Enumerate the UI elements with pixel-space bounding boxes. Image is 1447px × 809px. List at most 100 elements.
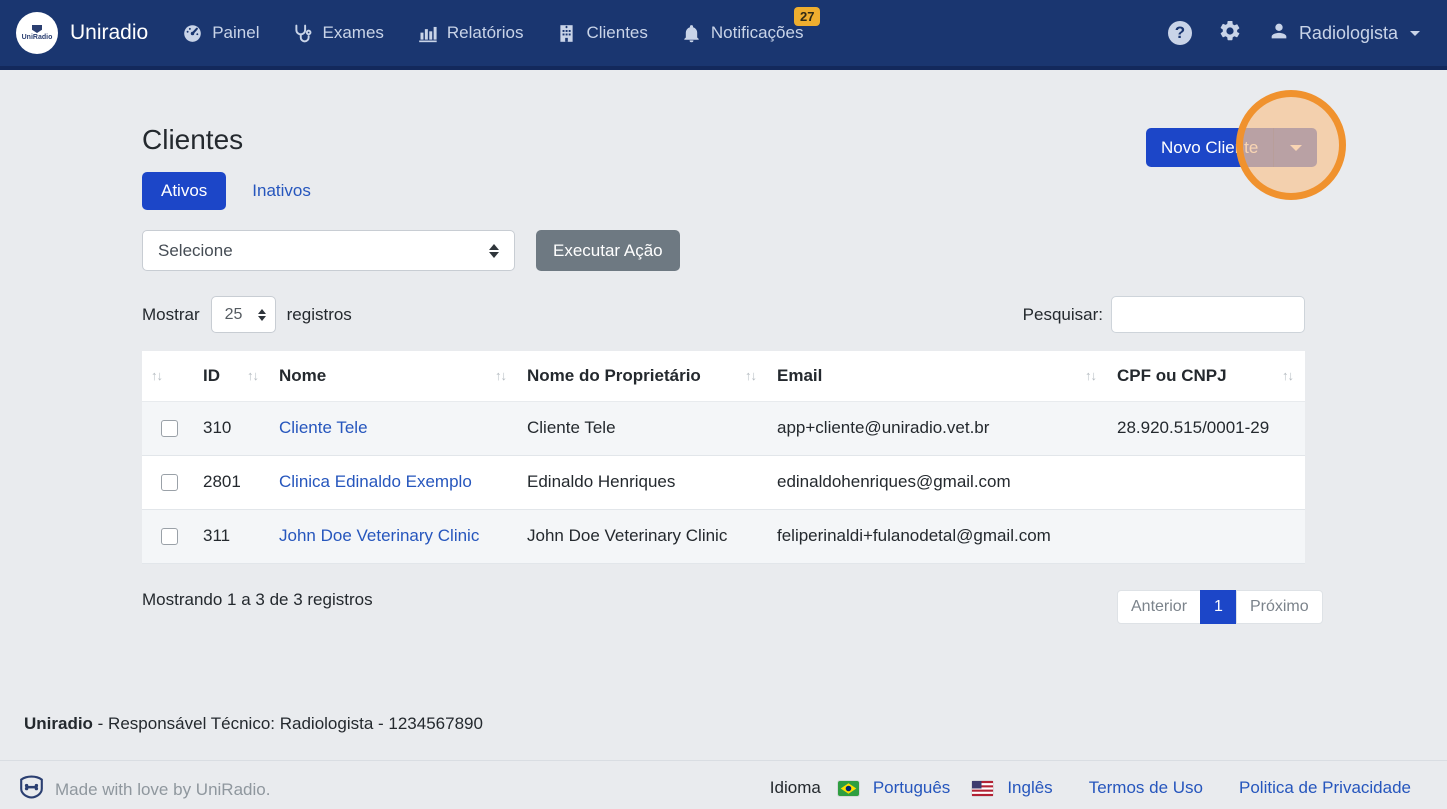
select-arrows-icon [489, 244, 499, 258]
tab-inativos[interactable]: Inativos [252, 181, 311, 201]
nav-item-relatorios[interactable]: Relatórios [417, 23, 524, 44]
link-privacidade[interactable]: Politica de Privacidade [1239, 778, 1411, 798]
cell-cpf [1108, 509, 1305, 563]
notifications-badge: 27 [794, 7, 820, 27]
page-length-select[interactable]: 25 [211, 296, 276, 333]
row-checkbox[interactable] [161, 528, 178, 545]
table-row: 2801 Clinica Edinaldo Exemplo Edinaldo H… [142, 455, 1305, 509]
tachometer-icon [182, 23, 203, 44]
cell-id: 2801 [194, 455, 270, 509]
gear-icon[interactable] [1218, 19, 1242, 48]
brazil-flag-icon[interactable] [838, 781, 859, 796]
search-label: Pesquisar: [1023, 305, 1103, 325]
chevron-down-icon [1410, 31, 1420, 36]
client-link[interactable]: Clinica Edinaldo Exemplo [279, 472, 472, 491]
bell-icon [681, 23, 702, 44]
link-portugues[interactable]: Português [873, 778, 951, 798]
table-controls: Mostrar 25 registros Pesquisar: [142, 296, 1305, 333]
execute-action-button[interactable]: Executar Ação [536, 230, 680, 271]
brand-name: Uniradio [70, 21, 148, 45]
user-menu[interactable]: Radiologista [1268, 20, 1420, 47]
nav-menu: Painel Exames Relatórios Clientes [182, 23, 803, 44]
cell-id: 311 [194, 509, 270, 563]
table-info: Mostrando 1 a 3 de 3 registros [142, 590, 373, 610]
client-link[interactable]: Cliente Tele [279, 418, 368, 437]
nav-item-label: Relatórios [447, 23, 524, 43]
nav-item-label: Clientes [586, 23, 647, 43]
action-select[interactable]: Selecione [142, 230, 515, 271]
page-length-value: 25 [225, 306, 243, 324]
search-input[interactable] [1111, 296, 1305, 333]
header-select-column[interactable] [142, 351, 194, 401]
cell-id: 310 [194, 401, 270, 455]
nav-item-exames[interactable]: Exames [292, 23, 383, 44]
nav-item-clientes[interactable]: Clientes [556, 23, 647, 44]
footer-links-bar: Idioma Português Inglês Termos de Uso Po… [770, 778, 1411, 798]
pagination-previous[interactable]: Anterior [1117, 590, 1201, 624]
hospital-icon [556, 23, 577, 44]
header-proprietario[interactable]: Nome do Proprietário [518, 351, 768, 401]
page-title: Clientes [142, 124, 243, 156]
length-label-before: Mostrar [142, 305, 200, 325]
brand[interactable]: UniRadio Uniradio [16, 12, 148, 54]
stethoscope-icon [292, 23, 313, 44]
uniradio-logo: UniRadio [16, 12, 58, 54]
select-arrows-icon [258, 309, 266, 321]
action-select-value: Selecione [158, 241, 233, 261]
nav-item-label: Notificações [711, 23, 804, 43]
sort-icon [745, 368, 756, 383]
footer-company: Uniradio [24, 714, 93, 733]
header-nome[interactable]: Nome [270, 351, 518, 401]
header-id[interactable]: ID [194, 351, 270, 401]
logo-shield-icon [32, 25, 42, 33]
help-icon[interactable]: ? [1168, 21, 1192, 45]
cell-proprietario: John Doe Veterinary Clinic [518, 509, 768, 563]
bar-chart-icon [417, 23, 438, 44]
table-row: 310 Cliente Tele Cliente Tele app+client… [142, 401, 1305, 455]
row-checkbox[interactable] [161, 420, 178, 437]
user-name: Radiologista [1299, 23, 1398, 44]
click-highlight-annotation [1236, 90, 1346, 200]
sort-icon [247, 368, 258, 383]
made-with-love: Made with love by UniRadio. [18, 775, 270, 805]
client-link[interactable]: John Doe Veterinary Clinic [279, 526, 479, 545]
cell-email: feliperinaldi+fulanodetal@gmail.com [768, 509, 1108, 563]
made-with-text: Made with love by UniRadio. [55, 780, 270, 800]
cell-email: edinaldohenriques@gmail.com [768, 455, 1108, 509]
link-termos[interactable]: Termos de Uso [1089, 778, 1203, 798]
nav-right-cluster: ? Radiologista [1168, 19, 1420, 48]
row-checkbox[interactable] [161, 474, 178, 491]
sort-icon [495, 368, 506, 383]
nav-item-label: Painel [212, 23, 259, 43]
footer-details: - Responsável Técnico: Radiologista - 12… [93, 714, 483, 733]
table-header-row: ID Nome Nome do Proprietário Email CPF o… [142, 351, 1305, 401]
usa-flag-icon[interactable] [972, 781, 993, 796]
status-tabs: Ativos Inativos [142, 172, 311, 210]
cell-proprietario: Edinaldo Henriques [518, 455, 768, 509]
header-cpf[interactable]: CPF ou CNPJ [1108, 351, 1305, 401]
link-ingles[interactable]: Inglês [1007, 778, 1052, 798]
page-length-control: Mostrar 25 registros [142, 296, 352, 333]
nav-item-notificacoes[interactable]: Notificações 27 [681, 23, 804, 44]
bulk-action-row: Selecione Executar Ação [142, 230, 680, 271]
header-email[interactable]: Email [768, 351, 1108, 401]
sort-icon [151, 368, 162, 383]
cell-cpf [1108, 455, 1305, 509]
pagination-next[interactable]: Próximo [1236, 590, 1323, 624]
bone-shield-icon [18, 775, 45, 805]
cell-email: app+cliente@uniradio.vet.br [768, 401, 1108, 455]
cell-cpf: 28.920.515/0001-29 [1108, 401, 1305, 455]
top-navbar: UniRadio Uniradio Painel Exames [0, 0, 1447, 70]
search-control: Pesquisar: [1023, 296, 1305, 333]
table-row: 311 John Doe Veterinary Clinic John Doe … [142, 509, 1305, 563]
length-label-after: registros [287, 305, 352, 325]
nav-item-label: Exames [322, 23, 383, 43]
pagination-page-1[interactable]: 1 [1200, 590, 1237, 624]
language-label: Idioma [770, 778, 821, 798]
sort-icon [1085, 368, 1096, 383]
nav-item-painel[interactable]: Painel [182, 23, 259, 44]
clients-table: ID Nome Nome do Proprietário Email CPF o… [142, 351, 1305, 564]
tab-ativos[interactable]: Ativos [142, 172, 226, 210]
user-icon [1268, 20, 1290, 47]
footer-divider [0, 760, 1447, 761]
